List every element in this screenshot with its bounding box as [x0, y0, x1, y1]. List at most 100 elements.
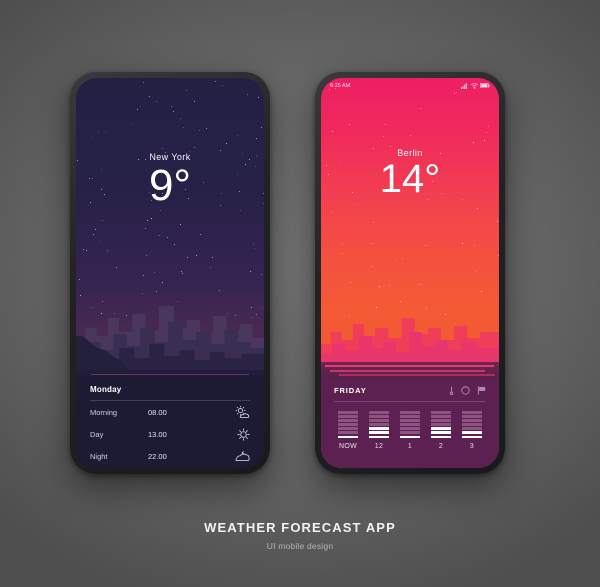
bar-column[interactable]: 3 [461, 411, 483, 450]
star-dot [209, 267, 211, 268]
temperature-left: 9° [148, 161, 192, 210]
star-dot [156, 100, 158, 102]
star-dot [144, 227, 146, 229]
star-dot [104, 130, 106, 132]
sunset-skyline-silhouette [321, 298, 499, 368]
flag-icon[interactable] [477, 386, 486, 395]
star-dot [222, 84, 224, 86]
forecast-row-night[interactable]: Night 22.00 [90, 446, 250, 467]
city-name-right: Berlin [397, 148, 423, 158]
city-name-left: New York [149, 152, 191, 162]
bar-segment [369, 419, 389, 422]
star-dot [328, 294, 330, 296]
star-dot [483, 139, 485, 141]
star-dot [341, 253, 343, 255]
forecast-row-morning[interactable]: Morning 08.00 [90, 402, 250, 423]
star-dot [143, 275, 145, 277]
star-dot [258, 96, 260, 98]
star-dot [226, 142, 228, 144]
bar-segment [369, 415, 389, 418]
forecast-day-label-left: Monday [90, 385, 122, 394]
bar-segment [431, 423, 451, 426]
star-dot [146, 220, 148, 221]
star-dot [161, 147, 163, 149]
star-dot [115, 266, 117, 268]
star-dot [419, 107, 421, 109]
forecast-row-time: 22.00 [148, 452, 167, 461]
star-dot [97, 132, 99, 134]
star-dot [183, 127, 185, 129]
star-dot [378, 286, 380, 288]
bar-column[interactable]: 12 [368, 411, 390, 450]
star-dot [486, 131, 488, 133]
hourly-bar-chart: NOW 12 1 2 3 [334, 411, 486, 450]
bar-column[interactable]: 1 [399, 411, 421, 450]
star-dot [481, 291, 483, 293]
cloud-night-icon [230, 451, 250, 462]
star-dot [487, 125, 489, 127]
star-dot [194, 100, 196, 102]
screen-right: 6:25 AM Berlin 14° FRIDAY NOW 12 1 2 3 [321, 78, 499, 468]
star-dot [78, 278, 80, 280]
star-dot [82, 248, 84, 250]
divider-right [334, 401, 486, 402]
star-dot [172, 110, 174, 112]
star-dot [195, 254, 197, 256]
star-dot [198, 130, 200, 132]
battery-icon [480, 82, 490, 89]
star-dot [170, 106, 172, 108]
forecast-row-day[interactable]: Day 13.00 [90, 424, 250, 445]
bar-segment [338, 419, 358, 422]
bar-segment [462, 419, 482, 422]
star-dot [150, 217, 152, 219]
star-dot [498, 254, 499, 256]
star-dot [86, 249, 88, 251]
star-dot [383, 136, 385, 138]
star-dot [249, 271, 251, 273]
star-dot [239, 209, 241, 211]
star-dot [143, 81, 145, 83]
bar-segment [462, 427, 482, 430]
status-bar: 6:25 AM [321, 78, 499, 93]
bar-stack [431, 411, 451, 439]
star-dot [433, 289, 435, 291]
star-dot [166, 237, 168, 239]
star-dot [130, 122, 132, 124]
star-dot [349, 282, 351, 284]
bar-column[interactable]: 2 [430, 411, 452, 450]
forecast-row-label: Morning [90, 408, 118, 417]
sun-behind-cloud-icon [230, 406, 250, 419]
forecast-day-label-right: FRIDAY [334, 386, 367, 395]
star-dot [186, 257, 188, 259]
bar-segment [400, 431, 420, 435]
bar-segment [338, 415, 358, 418]
star-dot [254, 248, 256, 250]
star-dot [205, 128, 207, 130]
bar-segment [338, 411, 358, 414]
star-dot [390, 145, 392, 147]
bar-segment [400, 411, 420, 414]
bar-segment [400, 415, 420, 418]
water-reflection-right [321, 362, 499, 378]
star-dot [194, 146, 196, 148]
bar-column-label: 3 [469, 443, 475, 451]
star-dot [332, 130, 334, 132]
star-dot [424, 245, 426, 247]
bar-column-label: 2 [438, 443, 444, 451]
compass-icon[interactable] [461, 386, 470, 395]
bar-segment [462, 431, 482, 435]
forecast-row-time: 08.00 [148, 408, 167, 417]
thermometer-icon[interactable] [449, 386, 454, 395]
star-dot [181, 272, 183, 274]
star-dot [92, 233, 94, 235]
star-dot [475, 271, 477, 273]
bar-segment [431, 415, 451, 418]
star-dot [214, 80, 216, 82]
star-dot [341, 244, 343, 246]
sun-icon [230, 428, 250, 441]
status-bar-icons [461, 82, 490, 89]
bar-column[interactable]: NOW [337, 411, 359, 450]
star-dot [331, 212, 333, 214]
star-dot [496, 220, 498, 222]
bar-column-label: NOW [338, 443, 357, 451]
